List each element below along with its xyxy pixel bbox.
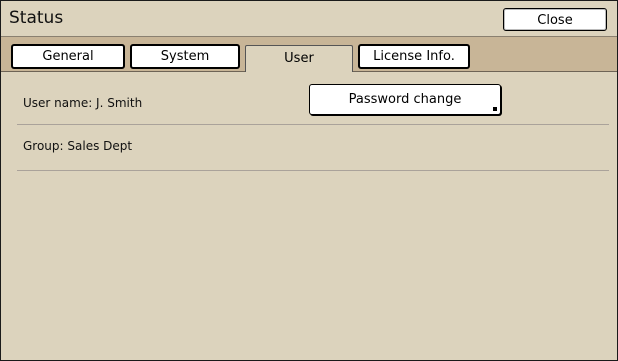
tab-general[interactable]: General — [11, 44, 125, 69]
tab-user[interactable]: User — [245, 45, 353, 72]
window-title: Status — [9, 8, 64, 28]
tab-license-info[interactable]: License Info. — [358, 44, 470, 69]
group-row: Group: Sales Dept — [17, 125, 609, 171]
password-change-button[interactable]: Password change — [309, 84, 501, 115]
tab-system[interactable]: System — [130, 44, 240, 69]
password-change-label: Password change — [348, 92, 462, 107]
user-name-row: User name: J. Smith Password change — [17, 84, 609, 125]
title-bar: Status Close — [1, 1, 617, 37]
submenu-indicator-icon — [493, 107, 497, 111]
status-window: Status Close General System User License… — [0, 0, 618, 361]
user-name-label: User name: J. Smith — [23, 96, 143, 110]
close-button[interactable]: Close — [503, 8, 607, 31]
tab-strip: General System User License Info. — [1, 37, 617, 72]
group-label: Group: Sales Dept — [23, 139, 133, 153]
